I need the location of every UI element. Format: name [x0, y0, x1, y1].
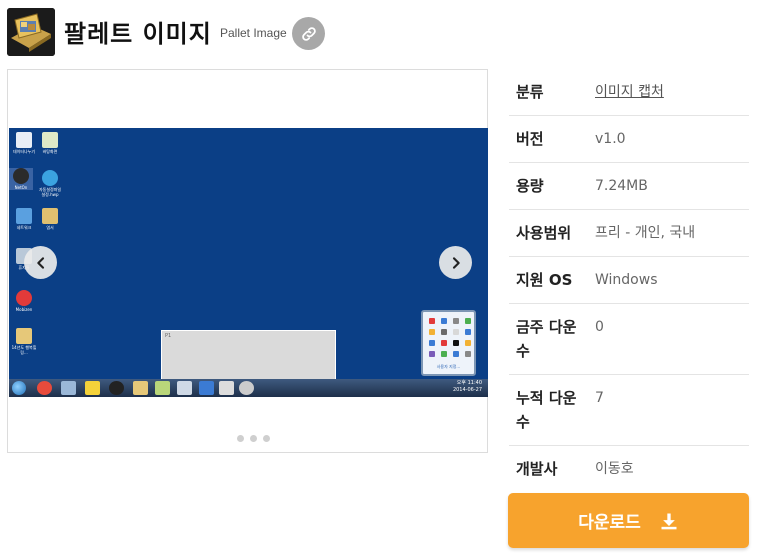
screenshot-image: 데이터나누기 바탕화면 NetOn 자동설정파일 설정.hwp 네트워크 엽서 …: [9, 128, 488, 397]
carousel-prev-button[interactable]: [24, 246, 57, 279]
info-value: 7: [595, 390, 604, 406]
chevron-left-icon: [36, 256, 44, 269]
carousel-dot[interactable]: [237, 435, 244, 442]
carousel-dot[interactable]: [263, 435, 270, 442]
info-label: 버전: [516, 130, 544, 148]
screenshot-carousel: 데이터나누기 바탕화면 NetOn 자동설정파일 설정.hwp 네트워크 엽서 …: [7, 69, 488, 453]
info-label: 개발사: [516, 460, 558, 478]
desktop-icon: 바탕화면: [37, 132, 63, 154]
info-row-weekly-downloads: 금주 다운수 0: [509, 304, 749, 375]
download-label: 다운로드: [578, 513, 641, 533]
info-label: 누적 다운수: [516, 389, 577, 431]
info-row-os: 지원 OS Windows: [509, 257, 749, 304]
info-label: 금주 다운수: [516, 318, 577, 360]
info-value: 이동호: [595, 461, 634, 477]
desktop-icon: Mobizen: [11, 290, 37, 312]
info-label: 용량: [516, 177, 544, 195]
carousel-pagination: [237, 435, 270, 442]
download-icon: [661, 513, 677, 529]
desktop-icon: 14년도 행복힐링...: [11, 328, 37, 355]
carousel-next-button[interactable]: [439, 246, 472, 279]
app-icon: [7, 8, 55, 56]
desktop-window: P1: [161, 330, 336, 382]
chevron-right-icon: [452, 256, 460, 269]
info-label: 분류: [516, 83, 544, 101]
info-row-license: 사용범위 프리 - 개인, 국내: [509, 210, 749, 257]
info-row-developer: 개발사 이동호: [509, 446, 749, 490]
download-button[interactable]: 다운로드: [508, 493, 749, 548]
info-label: 지원 OS: [516, 271, 573, 289]
desktop-icon: NetOn: [9, 168, 33, 190]
info-value: 프리 - 개인, 국내: [595, 225, 696, 241]
app-info-table: 분류 이미지 캡처 버전 v1.0 용량 7.24MB 사용범위 프리 - 개인…: [509, 69, 749, 490]
desktop-icon: 데이터나누기: [11, 132, 37, 154]
copy-link-button[interactable]: [292, 17, 325, 50]
info-value: Windows: [595, 272, 658, 288]
desktop-icon: 자동설정파일 설정.hwp: [37, 170, 63, 197]
info-value: 7.24MB: [595, 178, 648, 194]
page-title: 팔레트 이미지: [64, 20, 212, 48]
info-row-category: 분류 이미지 캡처: [509, 69, 749, 116]
info-value: v1.0: [595, 131, 626, 147]
link-icon: [301, 26, 316, 41]
desktop-icon: 네트워크: [11, 208, 37, 230]
desktop-icon: 엽서: [37, 208, 63, 230]
info-row-size: 용량 7.24MB: [509, 163, 749, 210]
info-row-version: 버전 v1.0: [509, 116, 749, 163]
category-link[interactable]: 이미지 캡처: [595, 84, 664, 100]
tray-popup: 사용자 지정...: [421, 310, 476, 376]
taskbar: 오후 11:40 2014-06-27: [9, 379, 488, 397]
info-row-total-downloads: 누적 다운수 7: [509, 375, 749, 446]
carousel-dot[interactable]: [250, 435, 257, 442]
page-subtitle: Pallet Image: [220, 26, 287, 40]
info-label: 사용범위: [516, 224, 572, 242]
info-value: 0: [595, 319, 604, 335]
